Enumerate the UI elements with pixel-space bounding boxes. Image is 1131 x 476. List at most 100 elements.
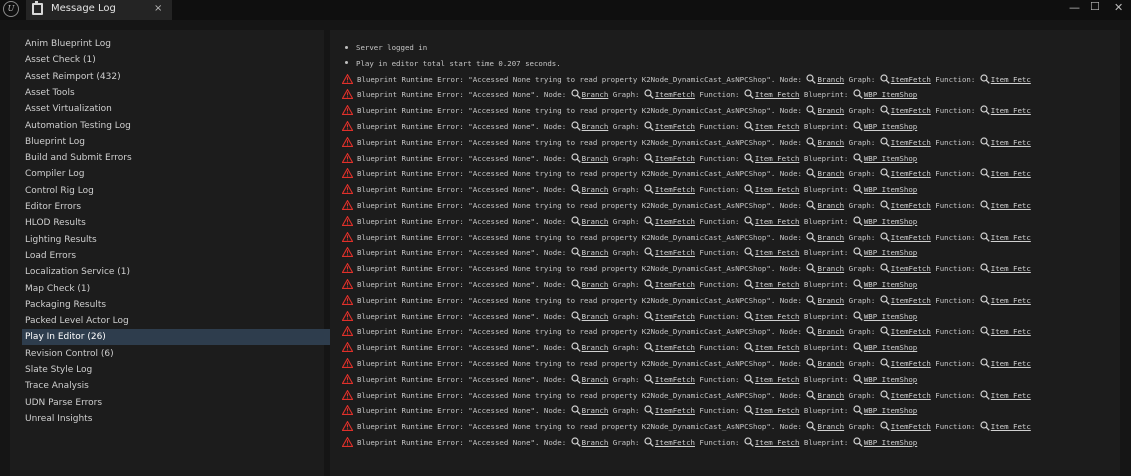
node-link[interactable]: Branch	[582, 280, 609, 289]
graph-link[interactable]: ItemFetch	[655, 248, 695, 257]
function-link[interactable]: Item Fetc	[991, 169, 1031, 178]
tab-close-button[interactable]: ×	[154, 3, 162, 14]
function-link[interactable]: Item Fetc	[991, 359, 1031, 368]
category-item[interactable]: Editor Errors	[22, 199, 322, 215]
node-link[interactable]: Branch	[582, 312, 609, 321]
node-link[interactable]: Branch	[582, 406, 609, 415]
graph-link[interactable]: ItemFetch	[655, 438, 695, 447]
graph-link[interactable]: ItemFetch	[891, 201, 931, 210]
category-item[interactable]: Localization Service (1)	[22, 264, 322, 280]
node-link[interactable]: Branch	[817, 422, 844, 431]
category-item[interactable]: Build and Submit Errors	[22, 150, 322, 166]
category-item[interactable]: Anim Blueprint Log	[22, 36, 322, 52]
function-link[interactable]: Item Fetch	[755, 312, 800, 321]
node-link[interactable]: Branch	[582, 343, 609, 352]
graph-link[interactable]: ItemFetch	[891, 264, 931, 273]
category-item[interactable]: Revision Control (6)	[22, 346, 322, 362]
graph-link[interactable]: ItemFetch	[655, 312, 695, 321]
message-log-tab[interactable]: Message Log ×	[26, 0, 172, 20]
function-link[interactable]: Item Fetch	[755, 280, 800, 289]
graph-link[interactable]: ItemFetch	[655, 375, 695, 384]
blueprint-link[interactable]: WBP_ItemShop	[864, 122, 917, 131]
function-link[interactable]: Item Fetch	[755, 90, 800, 99]
function-link[interactable]: Item Fetch	[755, 122, 800, 131]
node-link[interactable]: Branch	[817, 296, 844, 305]
category-item[interactable]: Map Check (1)	[22, 281, 322, 297]
function-link[interactable]: Item Fetch	[755, 248, 800, 257]
category-item[interactable]: Play In Editor (26)	[22, 329, 332, 346]
function-link[interactable]: Item Fetc	[991, 201, 1031, 210]
graph-link[interactable]: ItemFetch	[891, 359, 931, 368]
graph-link[interactable]: ItemFetch	[891, 391, 931, 400]
category-item[interactable]: Asset Reimport (432)	[22, 69, 322, 85]
blueprint-link[interactable]: WBP_ItemShop	[864, 406, 917, 415]
blueprint-link[interactable]: WBP_ItemShop	[864, 312, 917, 321]
category-item[interactable]: UDN Parse Errors	[22, 395, 322, 411]
node-link[interactable]: Branch	[582, 154, 609, 163]
blueprint-link[interactable]: WBP_ItemShop	[864, 280, 917, 289]
maximize-icon[interactable]: ☐	[1090, 0, 1100, 13]
blueprint-link[interactable]: WBP_ItemShop	[864, 438, 917, 447]
category-item[interactable]: Unreal Insights	[22, 411, 322, 427]
category-item[interactable]: Automation Testing Log	[22, 118, 322, 134]
node-link[interactable]: Branch	[582, 375, 609, 384]
graph-link[interactable]: ItemFetch	[655, 217, 695, 226]
function-link[interactable]: Item Fetch	[755, 185, 800, 194]
blueprint-link[interactable]: WBP_ItemShop	[864, 90, 917, 99]
node-link[interactable]: Branch	[582, 185, 609, 194]
function-link[interactable]: Item Fetch	[755, 343, 800, 352]
node-link[interactable]: Branch	[582, 217, 609, 226]
function-link[interactable]: Item Fetch	[755, 154, 800, 163]
node-link[interactable]: Branch	[817, 201, 844, 210]
category-item[interactable]: Load Errors	[22, 248, 322, 264]
graph-link[interactable]: ItemFetch	[891, 296, 931, 305]
node-link[interactable]: Branch	[817, 233, 844, 242]
node-link[interactable]: Branch	[817, 169, 844, 178]
node-link[interactable]: Branch	[817, 138, 844, 147]
graph-link[interactable]: ItemFetch	[891, 422, 931, 431]
function-link[interactable]: Item Fetc	[991, 422, 1031, 431]
node-link[interactable]: Branch	[817, 264, 844, 273]
graph-link[interactable]: ItemFetch	[891, 75, 931, 84]
minimize-icon[interactable]: —	[1069, 1, 1080, 14]
function-link[interactable]: Item Fetc	[991, 296, 1031, 305]
node-link[interactable]: Branch	[817, 106, 844, 115]
blueprint-link[interactable]: WBP_ItemShop	[864, 185, 917, 194]
graph-link[interactable]: ItemFetch	[655, 154, 695, 163]
scrollbar[interactable]	[1120, 38, 1125, 476]
graph-link[interactable]: ItemFetch	[655, 280, 695, 289]
category-item[interactable]: Slate Style Log	[22, 362, 322, 378]
function-link[interactable]: Item Fetch	[755, 438, 800, 447]
node-link[interactable]: Branch	[817, 391, 844, 400]
category-item[interactable]: Asset Tools	[22, 85, 322, 101]
function-link[interactable]: Item Fetch	[755, 375, 800, 384]
function-link[interactable]: Item Fetc	[991, 233, 1031, 242]
function-link[interactable]: Item Fetch	[755, 406, 800, 415]
category-item[interactable]: Compiler Log	[22, 166, 322, 182]
function-link[interactable]: Item Fetc	[991, 138, 1031, 147]
blueprint-link[interactable]: WBP_ItemShop	[864, 248, 917, 257]
blueprint-link[interactable]: WBP_ItemShop	[864, 217, 917, 226]
blueprint-link[interactable]: WBP_ItemShop	[864, 343, 917, 352]
node-link[interactable]: Branch	[582, 248, 609, 257]
blueprint-link[interactable]: WBP_ItemShop	[864, 375, 917, 384]
function-link[interactable]: Item Fetc	[991, 264, 1031, 273]
category-item[interactable]: Packaging Results	[22, 297, 322, 313]
node-link[interactable]: Branch	[582, 90, 609, 99]
category-item[interactable]: Asset Check (1)	[22, 52, 322, 68]
node-link[interactable]: Branch	[817, 327, 844, 336]
category-item[interactable]: Blueprint Log	[22, 134, 322, 150]
function-link[interactable]: Item Fetc	[991, 391, 1031, 400]
graph-link[interactable]: ItemFetch	[655, 185, 695, 194]
graph-link[interactable]: ItemFetch	[891, 106, 931, 115]
function-link[interactable]: Item Fetc	[991, 106, 1031, 115]
function-link[interactable]: Item Fetc	[991, 75, 1031, 84]
graph-link[interactable]: ItemFetch	[655, 343, 695, 352]
graph-link[interactable]: ItemFetch	[655, 406, 695, 415]
category-item[interactable]: Trace Analysis	[22, 378, 322, 394]
node-link[interactable]: Branch	[817, 359, 844, 368]
graph-link[interactable]: ItemFetch	[891, 138, 931, 147]
graph-link[interactable]: ItemFetch	[655, 90, 695, 99]
graph-link[interactable]: ItemFetch	[891, 233, 931, 242]
node-link[interactable]: Branch	[582, 122, 609, 131]
